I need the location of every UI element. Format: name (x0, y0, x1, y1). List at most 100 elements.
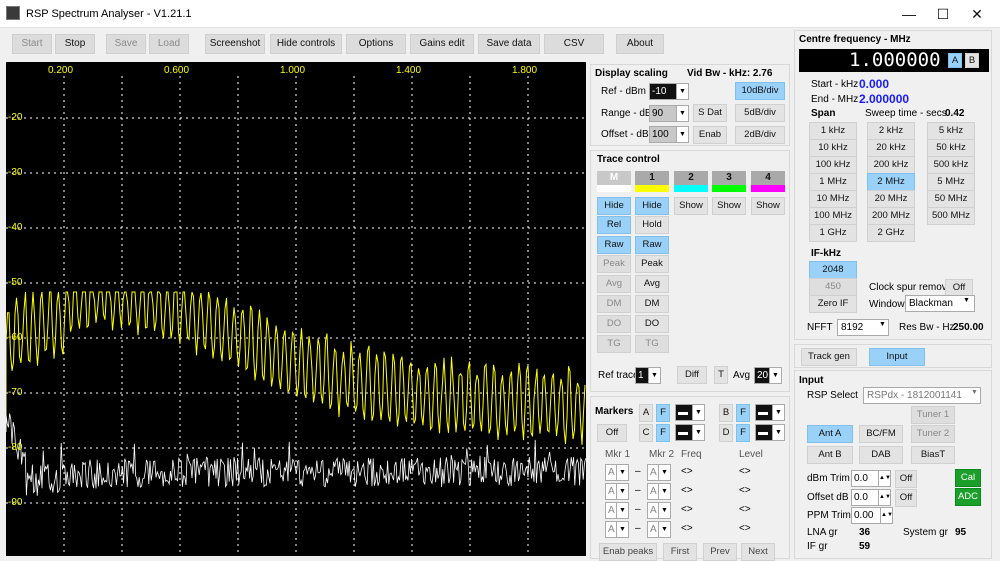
marker-row-dropdown[interactable]: ▼ (659, 483, 671, 500)
tuner2-button[interactable]: Tuner 2 (911, 425, 955, 443)
span-200mhz-button[interactable]: 200 MHz (867, 207, 915, 225)
channel-3[interactable]: 3 (712, 171, 746, 185)
span-10khz-button[interactable]: 10 kHz (809, 139, 857, 157)
2db-div-button[interactable]: 2dB/div (735, 126, 785, 144)
options-button[interactable]: Options (346, 34, 406, 54)
spectrum-plot[interactable]: 0.200 0.600 1.000 1.400 1.800 -20 -30 -4… (6, 62, 586, 556)
dbm-trim-spinner[interactable]: ▲▼ (879, 470, 891, 487)
t1-avg-button[interactable]: Avg (635, 275, 669, 293)
t-button[interactable]: T (714, 366, 728, 384)
if-450-button[interactable]: 450 (809, 278, 857, 296)
span-5mhz-button[interactable]: 5 MHz (927, 173, 975, 191)
span-20khz-button[interactable]: 20 kHz (867, 139, 915, 157)
marker-a-button[interactable]: A (639, 404, 653, 422)
span-5khz-button[interactable]: 5 kHz (927, 122, 975, 140)
marker-row-dropdown[interactable]: ▼ (659, 502, 671, 519)
span-500khz-button[interactable]: 500 kHz (927, 156, 975, 174)
marker-d-select[interactable]: ▬ (755, 424, 773, 441)
avg-dropdown[interactable]: ▼ (770, 367, 782, 384)
m-do-button[interactable]: DO (597, 315, 631, 333)
marker-row-dropdown[interactable]: ▼ (617, 502, 629, 519)
t1-tg-button[interactable]: TG (635, 335, 669, 353)
rsp-select-dropdown[interactable]: RSPdx - 1812001141 (863, 387, 981, 404)
offset-db-off-button[interactable]: Off (895, 489, 917, 507)
screenshot-button[interactable]: Screenshot (205, 34, 265, 54)
marker-c-button[interactable]: C (639, 424, 653, 442)
t1-peak-button[interactable]: Peak (635, 255, 669, 273)
span-2mhz-button[interactable]: 2 MHz (867, 173, 915, 191)
ant-b-button[interactable]: Ant B (807, 446, 853, 464)
span-2ghz-button[interactable]: 2 GHz (867, 224, 915, 242)
marker-row-dropdown[interactable]: ▼ (659, 521, 671, 538)
ant-a-button[interactable]: Ant A (807, 425, 853, 443)
marker-row-mkr2[interactable]: A (647, 521, 659, 538)
first-button[interactable]: First (663, 543, 697, 561)
marker-a-select[interactable]: ▬ (675, 404, 693, 421)
m-raw-button[interactable]: Raw (597, 236, 631, 254)
marker-a-f-button[interactable]: F (656, 404, 670, 422)
span-1khz-button[interactable]: 1 kHz (809, 122, 857, 140)
enab-button[interactable]: Enab (693, 126, 727, 144)
span-200khz-button[interactable]: 200 kHz (867, 156, 915, 174)
span-1mhz-button[interactable]: 1 MHz (809, 173, 857, 191)
dab-button[interactable]: DAB (859, 446, 903, 464)
bcfm-button[interactable]: BC/FM (859, 425, 903, 443)
csv-button[interactable]: CSV (544, 34, 604, 54)
marker-c-f-button[interactable]: F (656, 424, 670, 442)
offset-dropdown[interactable]: ▼ (677, 126, 689, 143)
stop-button[interactable]: Stop (55, 34, 95, 54)
if-2048-button[interactable]: 2048 (809, 261, 857, 279)
t1-raw-button[interactable]: Raw (635, 236, 669, 254)
hide-controls-button[interactable]: Hide controls (270, 34, 342, 54)
input-tab-button[interactable]: Input (869, 348, 925, 366)
avg-field[interactable]: 20 (754, 367, 770, 384)
channel-1[interactable]: 1 (635, 171, 669, 185)
marker-row-mkr2[interactable]: A (647, 464, 659, 481)
span-20mhz-button[interactable]: 20 MHz (867, 190, 915, 208)
next-button[interactable]: Next (741, 543, 775, 561)
marker-c-select[interactable]: ▬ (675, 424, 693, 441)
marker-row-mkr1[interactable]: A (605, 502, 617, 519)
m-hide-button[interactable]: Hide (597, 197, 631, 215)
span-50mhz-button[interactable]: 50 MHz (927, 190, 975, 208)
span-500mhz-button[interactable]: 500 MHz (927, 207, 975, 225)
span-50khz-button[interactable]: 50 kHz (927, 139, 975, 157)
offset-db-field[interactable]: 0.0 (851, 489, 879, 506)
t1-do-button[interactable]: DO (635, 315, 669, 333)
dbm-trim-field[interactable]: 0.0 (851, 470, 879, 487)
ppm-trim-spinner[interactable]: ▲▼ (881, 507, 893, 524)
marker-b-select[interactable]: ▬ (755, 404, 773, 421)
offset-field[interactable]: 100 (649, 126, 677, 143)
marker-d-dropdown[interactable]: ▼ (773, 424, 785, 441)
about-button[interactable]: About (616, 34, 664, 54)
t1-hide-button[interactable]: Hide (635, 197, 669, 215)
save-data-button[interactable]: Save data (478, 34, 540, 54)
marker-b-button[interactable]: B (719, 404, 733, 422)
marker-a-dropdown[interactable]: ▼ (693, 404, 705, 421)
t1-dm-button[interactable]: DM (635, 295, 669, 313)
span-10mhz-button[interactable]: 10 MHz (809, 190, 857, 208)
channel-m[interactable]: M (597, 171, 631, 185)
marker-row-mkr1[interactable]: A (605, 464, 617, 481)
biast-button[interactable]: BiasT (911, 446, 955, 464)
markers-off-button[interactable]: Off (597, 424, 627, 442)
m-dm-button[interactable]: DM (597, 295, 631, 313)
marker-b-dropdown[interactable]: ▼ (773, 404, 785, 421)
marker-row-mkr2[interactable]: A (647, 483, 659, 500)
marker-b-f-button[interactable]: F (736, 404, 750, 422)
range-field[interactable]: 90 (649, 105, 677, 122)
enab-peaks-button[interactable]: Enab peaks (599, 543, 657, 561)
adc-button[interactable]: ADC (955, 488, 981, 506)
tuner1-button[interactable]: Tuner 1 (911, 406, 955, 424)
ref-dropdown[interactable]: ▼ (677, 83, 689, 100)
ref-trace-dropdown[interactable]: ▼ (649, 367, 661, 384)
marker-row-dropdown[interactable]: ▼ (617, 464, 629, 481)
prev-button[interactable]: Prev (703, 543, 737, 561)
centre-b-button[interactable]: B (965, 53, 979, 68)
centre-a-button[interactable]: A (948, 53, 962, 68)
save-button[interactable]: Save (106, 34, 146, 54)
span-100khz-button[interactable]: 100 kHz (809, 156, 857, 174)
channel-4[interactable]: 4 (751, 171, 785, 185)
ref-trace-field[interactable]: 1 (635, 367, 649, 384)
marker-row-mkr2[interactable]: A (647, 502, 659, 519)
